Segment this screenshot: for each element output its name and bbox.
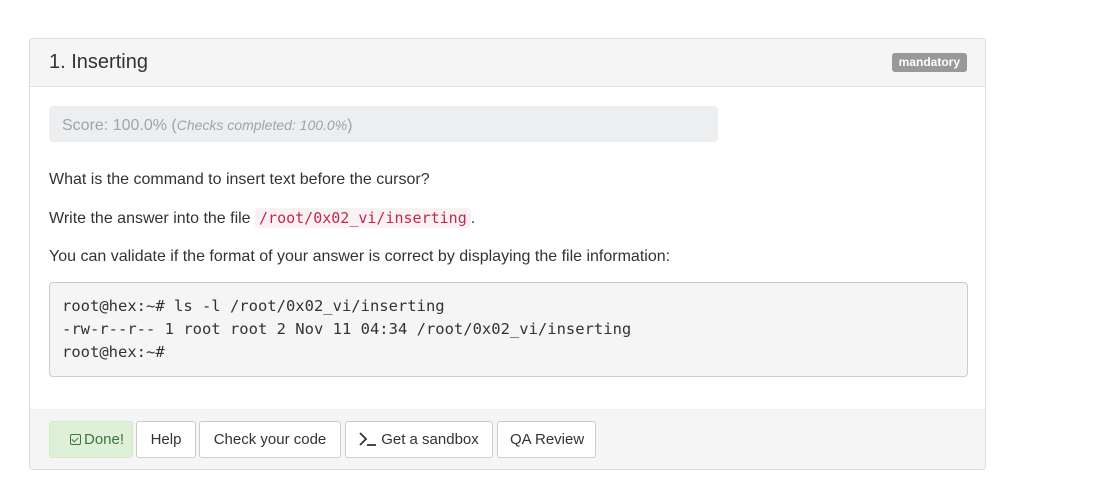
sandbox-label: Get a sandbox bbox=[381, 431, 479, 448]
validate-instructions: You can validate if the format of your a… bbox=[49, 248, 671, 265]
done-label: Done! bbox=[83, 431, 125, 448]
score-detail: Checks completed: 100.0% bbox=[176, 117, 348, 133]
terminal-prompt-icon bbox=[359, 432, 377, 446]
done-button[interactable]: Done! bbox=[49, 421, 133, 458]
check-code-button[interactable]: Check your code bbox=[199, 421, 341, 458]
checkbox-checked-icon bbox=[69, 434, 81, 445]
answer-prefix: Write the answer into the file bbox=[49, 210, 256, 227]
terminal-line: root@hex:~# bbox=[62, 343, 165, 361]
qa-review-button[interactable]: QA Review bbox=[497, 421, 596, 458]
terminal-output: root@hex:~# ls -l /root/0x02_vi/insertin… bbox=[49, 282, 968, 377]
terminal-line: -rw-r--r-- 1 root root 2 Nov 11 04:34 /r… bbox=[62, 320, 632, 338]
mandatory-badge: mandatory bbox=[891, 53, 967, 72]
get-sandbox-button[interactable]: Get a sandbox bbox=[345, 421, 493, 458]
task-panel: 1. Inserting mandatory Score: 100.0% (Ch… bbox=[29, 38, 986, 470]
task-title: 1. Inserting bbox=[49, 51, 148, 73]
answer-suffix: . bbox=[470, 210, 476, 227]
task-question: What is the command to insert text befor… bbox=[49, 171, 430, 188]
terminal-line: root@hex:~# ls -l /root/0x02_vi/insertin… bbox=[62, 297, 445, 315]
task-header: 1. Inserting mandatory bbox=[30, 39, 985, 87]
answer-file-path: /root/0x02_vi/inserting bbox=[255, 208, 471, 228]
score-label: Score: 100.0% ( bbox=[62, 117, 177, 134]
help-button[interactable]: Help bbox=[136, 421, 196, 458]
answer-instructions: Write the answer into the file /root/0x0… bbox=[49, 208, 476, 228]
score-box: Score: 100.0% (Checks completed: 100.0%) bbox=[49, 106, 718, 142]
task-footer: Done! Help Check your code Get a sandbox… bbox=[30, 409, 985, 469]
score-close: ) bbox=[347, 117, 353, 134]
